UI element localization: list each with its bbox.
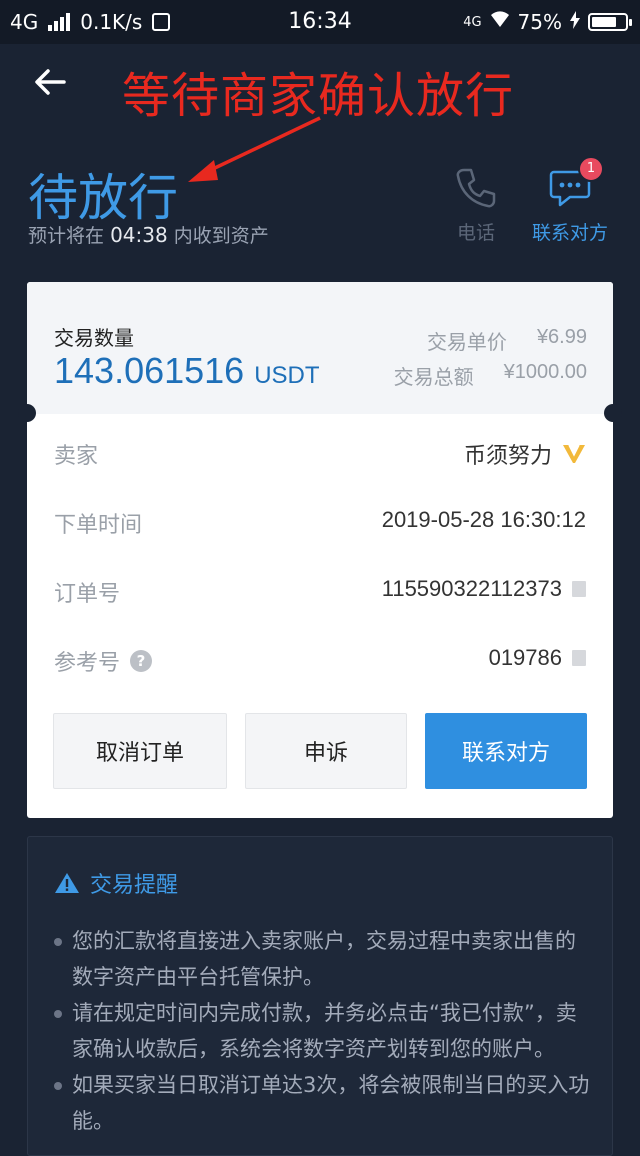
contact-counterparty-top-button[interactable]: 1 联系对方 (520, 156, 620, 245)
reference-label: 参考号 (54, 651, 121, 676)
chat-icon: 1 (548, 156, 604, 210)
eta-suffix: 内收到资产 (173, 225, 269, 247)
battery-icon (588, 13, 632, 31)
seller-name: 币须努力 (463, 443, 552, 468)
back-arrow-icon (35, 69, 66, 95)
unit-price-row: 交易单价 ¥6.99 (427, 326, 587, 355)
unread-badge: 1 (578, 156, 604, 182)
appeal-button[interactable]: 申诉 (245, 713, 407, 789)
seller-value-group[interactable]: 币须努力 (464, 438, 586, 470)
phone-label: 电话 (456, 222, 495, 244)
reminder-item: 请在规定时间内完成付款，并务必点击“我已付款”，卖家确认收款后，系统会将数字资产… (52, 995, 592, 1067)
contact-label: 联系对方 (531, 222, 608, 244)
order-id-value: 115590322112373 (381, 576, 562, 601)
order-id-value-group: 115590322112373 (382, 576, 586, 602)
order-summary: 交易数量 143.061516 USDT 交易单价 ¥6.99 交易总额 ¥10… (27, 282, 613, 414)
eta-text: 预计将在 04:38 内收到资产 (28, 221, 269, 248)
unit-price-value: ¥6.99 (536, 326, 587, 348)
order-id-row: 订单号 115590322112373 (54, 570, 586, 610)
quantity-unit: USDT (254, 362, 320, 389)
copy-icon[interactable] (572, 650, 586, 666)
reference-value-group: 019786 (489, 645, 586, 671)
cancel-order-button[interactable]: 取消订单 (53, 713, 227, 789)
total-label: 交易总额 (393, 365, 474, 389)
total-row: 交易总额 ¥1000.00 (394, 361, 587, 390)
order-id-label: 订单号 (54, 582, 121, 607)
trade-reminder: 交易提醒 您的汇款将直接进入卖家账户，交易过程中卖家出售的数字资产由平台托管保护… (27, 836, 613, 1156)
battery-percent: 75% (517, 10, 562, 34)
reminder-item: 如果买家当日取消订单达3次，将会被限制当日的买入功能。 (52, 1067, 592, 1139)
quantity-number: 143.061516 (54, 350, 245, 391)
annotation-arrow-icon (188, 116, 321, 182)
reference-label-group: 参考号 ? (54, 645, 153, 677)
total-value: ¥1000.00 (503, 361, 587, 383)
warning-icon (55, 873, 79, 893)
order-status-title: 待放行 (28, 169, 178, 227)
quantity-label: 交易数量 (54, 326, 134, 350)
verified-merchant-icon (562, 443, 586, 465)
back-button[interactable] (30, 62, 70, 102)
card-notch-left (18, 404, 36, 422)
order-time-label: 下单时间 (54, 513, 143, 538)
help-icon[interactable]: ? (130, 650, 153, 672)
phone-button[interactable]: 电话 (426, 166, 526, 245)
network-type-right: 4G (463, 14, 482, 30)
order-card: 交易数量 143.061516 USDT 交易单价 ¥6.99 交易总额 ¥10… (27, 282, 613, 818)
status-bar: 4G 0.1K/s 16:34 4G 75% (0, 0, 640, 44)
reminder-item: 您的汇款将直接进入卖家账户，交易过程中卖家出售的数字资产由平台托管保护。 (52, 923, 592, 995)
seller-row: 卖家 币须努力 (54, 432, 586, 472)
unit-price-label: 交易单价 (426, 330, 507, 354)
wifi-icon (490, 10, 510, 34)
order-time-row: 下单时间 2019-05-28 16:30:12 (54, 501, 586, 541)
eta-prefix: 预计将在 (28, 225, 105, 247)
phone-icon (454, 166, 498, 210)
copy-icon[interactable] (572, 581, 586, 597)
contact-counterparty-button[interactable]: 联系对方 (425, 713, 587, 789)
seller-label: 卖家 (54, 444, 99, 469)
reference-row: 参考号 ? 019786 (54, 639, 586, 679)
reminder-title: 交易提醒 (90, 873, 179, 898)
card-notch-right (604, 404, 622, 422)
reminder-list: 您的汇款将直接进入卖家账户，交易过程中卖家出售的数字资产由平台托管保护。 请在规… (52, 923, 592, 1139)
order-time-value: 2019-05-28 16:30:12 (381, 507, 586, 532)
reference-value: 019786 (488, 645, 562, 670)
eta-countdown: 04:38 (110, 223, 168, 247)
status-right: 4G 75% (463, 10, 632, 34)
quantity-value: 143.061516 USDT (54, 350, 320, 392)
reminder-title-group: 交易提醒 (54, 867, 178, 899)
charging-icon (570, 10, 580, 34)
